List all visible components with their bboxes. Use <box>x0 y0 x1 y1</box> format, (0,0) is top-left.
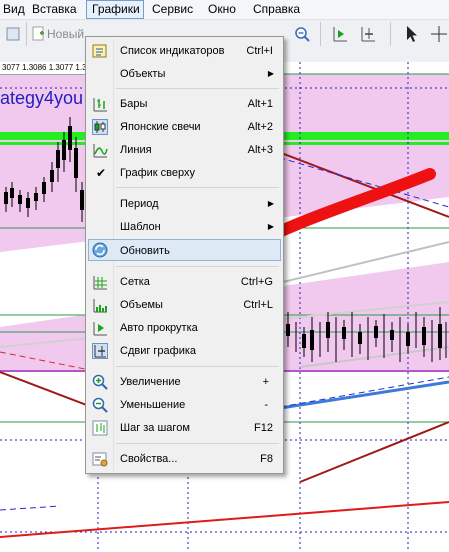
menu-separator <box>116 443 279 444</box>
toolbar-separator <box>26 22 27 46</box>
menu-separator <box>116 366 279 367</box>
submenu-arrow-icon: ▶ <box>267 199 274 208</box>
chart-watermark: ategy4you <box>0 88 84 108</box>
toolbar-separator <box>390 22 391 46</box>
menu-tools[interactable]: Сервис <box>147 0 198 19</box>
menu-item-template[interactable]: Шаблон ▶ <box>88 216 281 238</box>
line-chart-icon <box>92 142 108 158</box>
chart-shift-toolbar-icon[interactable] <box>358 24 378 44</box>
auto-scroll-icon <box>92 320 108 336</box>
menu-separator <box>116 88 279 89</box>
toolbar-left-icon[interactable] <box>4 24 24 44</box>
chart-shift-icon <box>92 343 108 359</box>
submenu-arrow-icon: ▶ <box>267 69 274 78</box>
menu-item-step-by-step[interactable]: Шаг за шагом F12 <box>88 417 281 439</box>
checkmark-icon: ✔ <box>96 166 107 180</box>
menu-item-line[interactable]: Линия Alt+3 <box>88 139 281 161</box>
zoom-out-icon <box>92 397 108 413</box>
menu-item-volumes[interactable]: Объемы Ctrl+L <box>88 294 281 316</box>
menu-charts[interactable]: Графики <box>86 0 144 19</box>
menu-item-objects[interactable]: Объекты ▶ <box>88 63 281 85</box>
menu-help[interactable]: Справка <box>248 0 305 19</box>
toolbar-separator <box>320 22 321 46</box>
menu-item-refresh[interactable]: Обновить <box>88 239 281 261</box>
menu-separator <box>116 266 279 267</box>
price-scale-strip: 3077 1.3086 1.3077 1.3 <box>0 62 89 74</box>
menu-bar: Вид Вставка Графики Сервис Окно Справка <box>0 0 449 20</box>
indicator-list-icon <box>92 43 108 59</box>
menu-separator <box>116 187 279 188</box>
menu-item-period[interactable]: Период ▶ <box>88 193 281 215</box>
menu-insert[interactable]: Вставка <box>27 0 82 19</box>
menu-item-properties[interactable]: Свойства... F8 <box>88 448 281 470</box>
zoom-toolbar-icon[interactable] <box>292 24 312 44</box>
menu-item-grid[interactable]: Сетка Ctrl+G <box>88 271 281 293</box>
new-order-button[interactable]: Новый <box>47 24 84 44</box>
menu-item-bars[interactable]: Бары Alt+1 <box>88 93 281 115</box>
volumes-icon <box>92 297 108 313</box>
bar-chart-icon <box>92 96 108 112</box>
properties-icon <box>92 451 108 467</box>
menu-item-indicators-list[interactable]: Список индикаторов Ctrl+I <box>88 40 281 62</box>
new-chart-icon[interactable] <box>29 24 49 44</box>
auto-scroll-toolbar-icon[interactable] <box>330 24 350 44</box>
menu-item-chart-shift[interactable]: Сдвиг графика <box>88 340 281 362</box>
step-by-step-icon <box>92 420 108 436</box>
refresh-icon <box>92 242 108 258</box>
menu-item-candles[interactable]: Японские свечи Alt+2 <box>88 116 281 138</box>
charts-dropdown-menu: Список индикаторов Ctrl+I Объекты ▶ Бары… <box>85 36 284 474</box>
menu-item-auto-scroll[interactable]: Авто прокрутка <box>88 317 281 339</box>
candlestick-icon <box>92 119 108 135</box>
menu-item-chart-on-top[interactable]: ✔ График сверху <box>88 162 281 184</box>
menu-view[interactable]: Вид <box>0 0 30 19</box>
cursor-icon[interactable] <box>402 24 422 44</box>
crosshair-icon[interactable] <box>429 24 449 44</box>
zoom-in-icon <box>92 374 108 390</box>
grid-icon <box>92 274 108 290</box>
menu-item-zoom-in[interactable]: Увеличение + <box>88 371 281 393</box>
menu-window[interactable]: Окно <box>203 0 241 19</box>
submenu-arrow-icon: ▶ <box>267 222 274 231</box>
menu-item-zoom-out[interactable]: Уменьшение - <box>88 394 281 416</box>
